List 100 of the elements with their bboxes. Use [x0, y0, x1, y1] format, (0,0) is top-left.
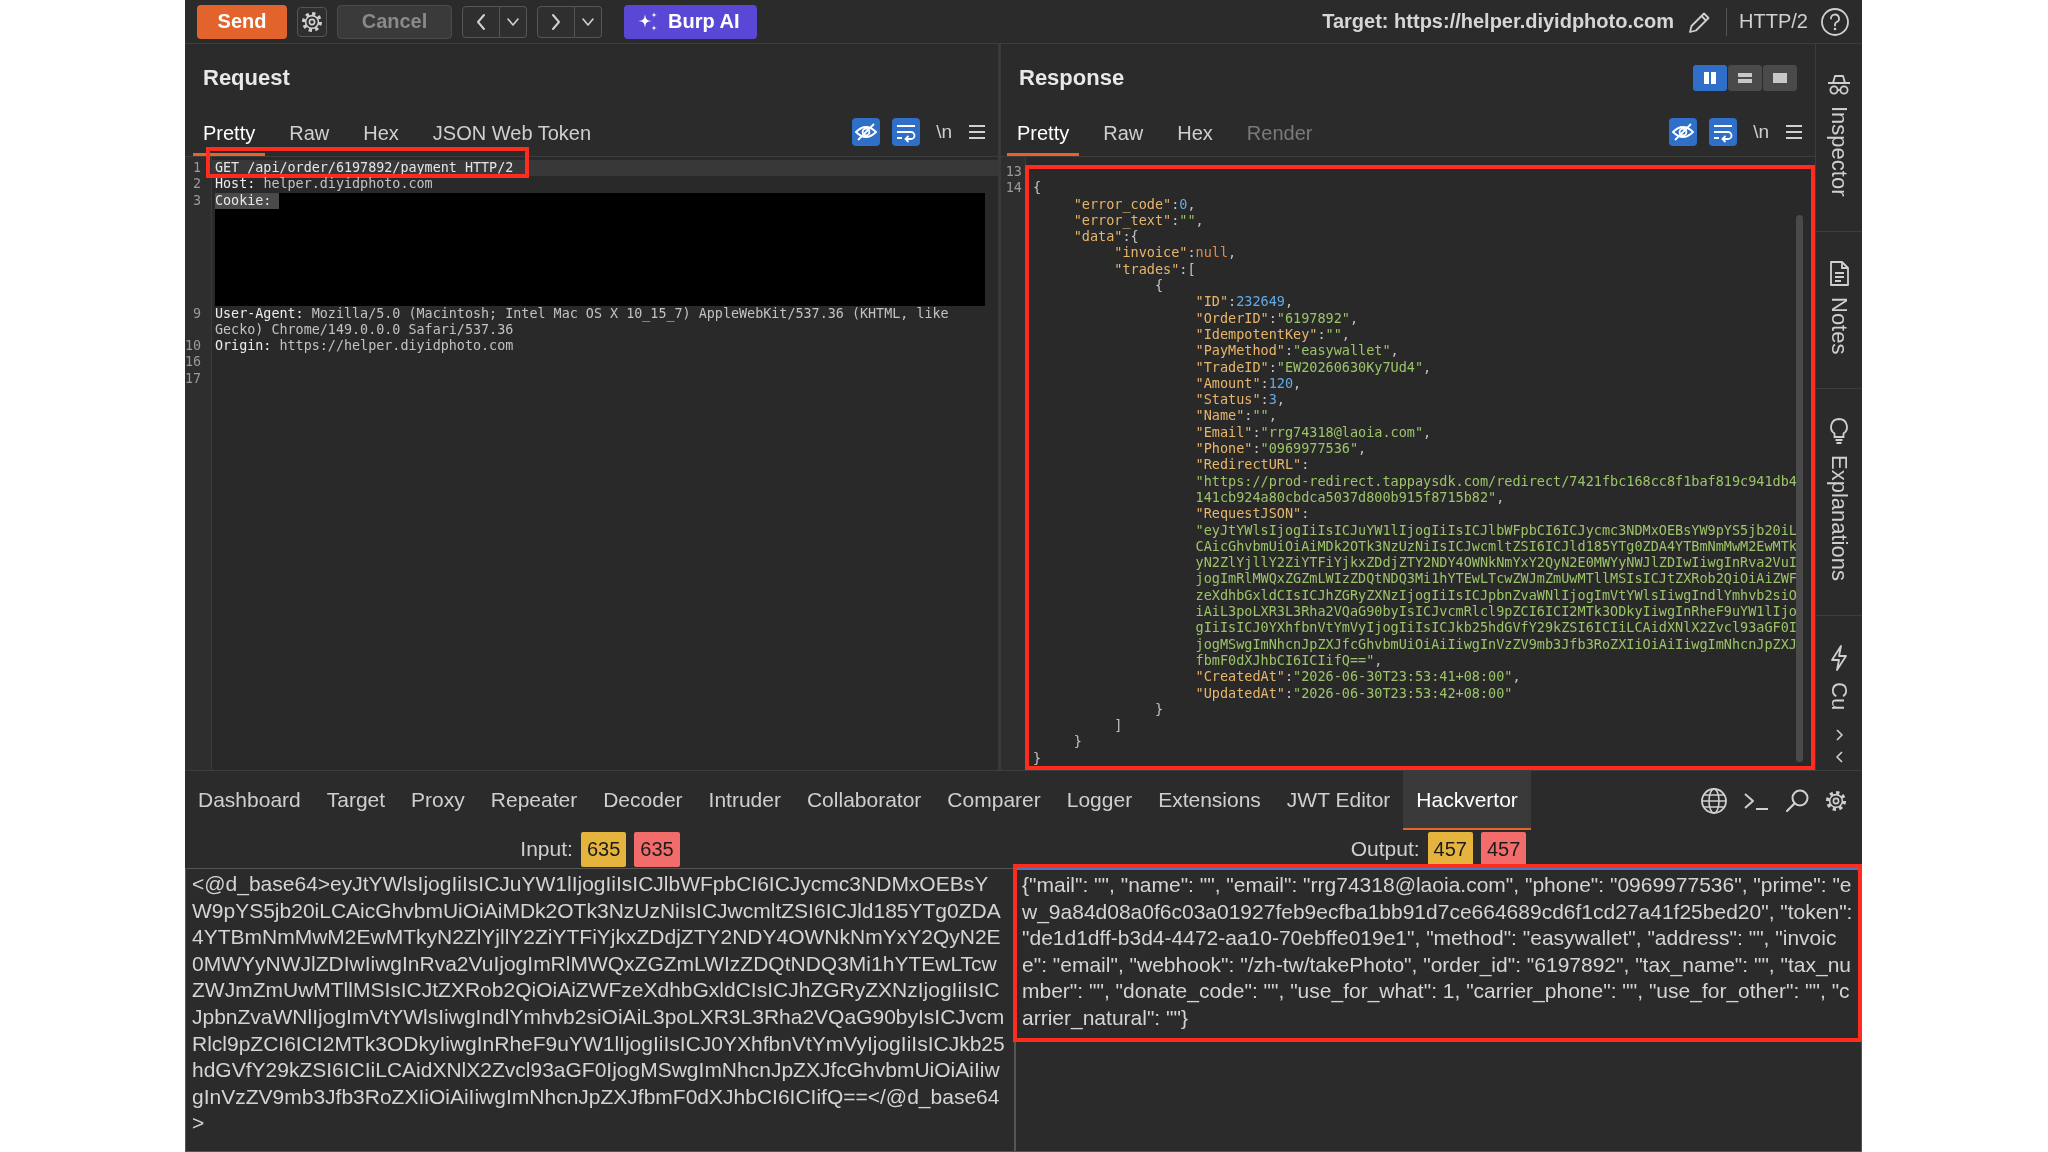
code-line: "TradeID":"EW20260630Ky7Ud4",	[1195, 358, 1432, 375]
back-button[interactable]	[462, 5, 500, 38]
wrap-icon[interactable]	[892, 118, 921, 146]
ai-button[interactable]: Burp AI	[624, 4, 758, 39]
code-line: }	[1033, 749, 1042, 766]
request-line: GET /api/order/6197892/payment HTTP/2	[215, 160, 514, 175]
code-line: "OrderID":"6197892",	[1195, 309, 1359, 326]
forward-button[interactable]	[537, 5, 575, 38]
settings-icon[interactable]	[1824, 788, 1848, 813]
code-line: "trades":[	[1114, 260, 1196, 278]
caret-down-icon	[506, 16, 520, 27]
history-dropdown-button[interactable]	[575, 5, 602, 38]
code-line: {	[1154, 277, 1163, 294]
tab[interactable]: JWT Editor	[1273, 771, 1404, 830]
count-badge: 635	[580, 831, 627, 867]
search-icon[interactable]	[1784, 787, 1810, 814]
tab[interactable]: Intruder	[695, 771, 794, 830]
code-line: "PayMethod":"easywallet",	[1195, 342, 1399, 359]
newline-toggle[interactable]: \n	[1749, 121, 1773, 143]
caret-down-icon	[581, 16, 595, 27]
field-label: Output:	[1350, 837, 1420, 861]
rows-icon[interactable]	[1728, 65, 1762, 91]
code-line: "eyJtYWlsIjogIiIsICJuYW1lIjogIiIsICJlbWFpbCI6ICJycmc3NDMxOEBsYW9pYS5jb20iLCAicGhvbmUiOiAiMDk2OTk3NzUzNiIsICJwcmltZSI6ICJld185YTg0ZDA4YTBmNmMwM2EwMTkyN2ZlYjllY2ZiYTFiYjkxZDdjZTY2NDY4OWNkNmYxY2QyN2E0MWYyNWJlZDIwIiwgInRva2VuIjogImRlMWQxZGZmLWIzZDQtNDQ3Mi1hYTEwLTcwZWJmZmUwMTllMSIsICJtZXRob2QiOiAiZWFzeXdhbGxldCIsICJhZGRyZXNzIjogIiIsICJpbnZvaWNlIjogImVtYWlsIiwgIndlYmhvb2siOiAiL3poLXR3L3Rha2VQaG90byIsICJvcmRlcl9pZCI6ICI2MTk3ODkyIiwgInRheF9uYW1lIjogIiIsICJ0YXhfbnVtYmVyIjogIiIsICJkb25hdGVfY29kZSI6ICIiLCAidXNlX2Zvcl93aGF0IjogMSwgImNhcnJpZXJfcGhvbmUiOiAiIiwgInVzZV9mb3Jfb3RoZXIiOiAiIiwgImNhcnJpZXJfbmF0dXJhbCI6ICIifQ==",	[1195, 521, 1797, 669]
code-line: "Name":"",	[1195, 407, 1277, 424]
line-number: 3	[192, 192, 201, 208]
tab[interactable]: Hackvertor	[1403, 771, 1531, 830]
sidebar-tab[interactable]: Notes	[1816, 231, 1862, 389]
protocol-label[interactable]: HTTP/2	[1739, 10, 1808, 33]
code-line: "Status":3,	[1195, 391, 1285, 408]
header-line: Origin: https://helper.diyidphoto.com	[215, 338, 514, 355]
tab[interactable]: Raw	[279, 122, 340, 156]
tab[interactable]: Target	[313, 771, 399, 830]
tab[interactable]: JSON Web Token	[422, 122, 602, 156]
lightbulb-icon	[1828, 417, 1850, 445]
count-badge: 635	[634, 831, 680, 867]
chevron-left-icon[interactable]	[1833, 750, 1845, 764]
single-pane-icon[interactable]	[1763, 65, 1797, 91]
tab[interactable]: Hex	[1167, 122, 1223, 156]
help-icon[interactable]	[1820, 6, 1850, 37]
document-icon	[1828, 259, 1850, 287]
code-line: "RedirectURL":	[1195, 456, 1310, 473]
tab[interactable]: Hex	[353, 122, 409, 156]
code-line: "https://prod-redirect.tappaysdk.com/redirect/7421fbc168cc8f1baf819c941db4141cb924a80cbdca5037d800b915f8715b82",	[1195, 472, 1797, 506]
columns-icon[interactable]	[1693, 65, 1727, 91]
target-label: Target: https://helper.diyidphoto.com	[1322, 10, 1675, 33]
menu-icon[interactable]	[1785, 124, 1803, 140]
code-line: {	[1033, 179, 1042, 196]
scrollbar-thumb[interactable]	[1796, 215, 1803, 762]
menu-icon[interactable]	[968, 124, 986, 140]
tab[interactable]: Comparer	[934, 771, 1054, 830]
code-line: "Amount":120,	[1195, 374, 1302, 392]
history-dropdown-button[interactable]	[500, 5, 527, 38]
sidebar-tab[interactable]: Inspector	[1816, 44, 1862, 232]
lightning-icon	[1828, 643, 1850, 672]
chevron-right-icon[interactable]	[1833, 728, 1845, 742]
tab[interactable]: Proxy	[398, 771, 478, 830]
code-line: "Email":"rrg74318@laoia.com",	[1195, 423, 1432, 441]
code-line: ]	[1114, 717, 1123, 734]
code-line: "invoice":null,	[1114, 244, 1237, 261]
count-badge: 457	[1427, 831, 1473, 867]
eye-slash-icon[interactable]	[1669, 118, 1698, 146]
header-line: Host: helper.diyidphoto.com	[215, 176, 433, 193]
tab[interactable]: Dashboard	[185, 771, 314, 830]
tab[interactable]: Repeater	[477, 771, 591, 830]
tab[interactable]: Extensions	[1145, 771, 1274, 830]
settings-icon	[300, 9, 324, 34]
line-number: 10	[185, 338, 202, 354]
code-line: "ID":232649,	[1195, 293, 1294, 310]
tab[interactable]: Collaborator	[793, 771, 935, 830]
sidebar-tab[interactable]: Cu	[1816, 615, 1862, 717]
sidebar-tab[interactable]: Explanations	[1816, 389, 1862, 616]
wrap-icon[interactable]	[1709, 118, 1738, 146]
line-number: 13	[1005, 163, 1022, 179]
input-text-area[interactable]: <@d_base64>eyJtYWlsIjogIiIsICJuYW1lIjogIiIsICJlbWFpbCI6ICJycmc3NDMxOEBsYW9pYS5jb20iLCAicGhvbmUiOiAiMDk2OTk3NzUzNiIsICJwcmltZSI6ICJld185YTg0ZDA4YTBmNmMwM2EwMTkyN2ZlYjllY2ZiYTFiYjkxZDdjZTY2NDY4OWNkNmYxY2QyN2E0MWYyNWJlZDIwIiwgInRva2VuIjogImRlMWQxZGZmLWIzZDQtNDQ3Mi1hYTEwLTcwZWJmZmUwMTllMSIsICJtZXRob2QiOiAiZWFzeXdhbGxldCIsICJhZGRyZXNzIjogIiIsICJpbnZvaWNlIjogImVtYWlsIiwgIndlYmhvb2siOiAiL3poLXR3L3Rha2VQaG90byIsICJvcmRlcl9pZCI6ICI2MTk3ODkyIiwgInRheF9uYW1lIjogIiIsICJ0YXhfbnVtYmVyIjogIiIsICJkb25hdGVfY29kZSI6ICIiLCAidXNlX2Zvcl93aGF0IjogMSwgImNhcnJpZXJfcGhvbmUiOiAiIiwgInVzZV9mb3Jfb3RoZXIiOiAiIiwgImNhcnJpZXJfbmF0dXJhbCI6ICIifQ==</@d_base64>	[185, 868, 1015, 1152]
code-line: "IdempotentKey":"",	[1195, 325, 1350, 343]
code-line: "data":{	[1073, 228, 1139, 245]
line-number: 1	[192, 160, 201, 175]
count-badge: 457	[1480, 831, 1527, 867]
line-number: 17	[185, 370, 202, 386]
code-line: "CreatedAt":"2026-06-30T23:53:41+08:00",	[1195, 668, 1521, 685]
field-label: Input:	[520, 837, 573, 861]
chevron-left-icon	[475, 12, 487, 31]
code-line: "Phone":"0969977536",	[1195, 440, 1367, 457]
tab[interactable]: Decoder	[590, 771, 696, 830]
line-number: 14	[1005, 179, 1022, 196]
hat-glasses-icon	[1826, 72, 1852, 96]
panel-title: Request	[203, 65, 290, 91]
tab[interactable]: Raw	[1093, 122, 1154, 156]
newline-toggle[interactable]: \n	[932, 121, 956, 143]
globe-icon[interactable]	[1700, 786, 1728, 815]
line-number: 9	[192, 305, 201, 321]
eye-slash-icon[interactable]	[852, 118, 881, 146]
panel-title: Response	[1019, 65, 1125, 91]
code-line: "UpdatedAt":"2026-06-30T23:53:42+08:00"	[1195, 684, 1513, 701]
line-number: 2	[192, 176, 201, 192]
settings-button[interactable]	[297, 6, 327, 37]
chevron-right-icon	[550, 12, 562, 31]
code-line: "error_code":0,	[1073, 195, 1196, 212]
code-line: "RequestJSON":	[1195, 505, 1310, 522]
tab[interactable]: Logger	[1053, 771, 1146, 830]
